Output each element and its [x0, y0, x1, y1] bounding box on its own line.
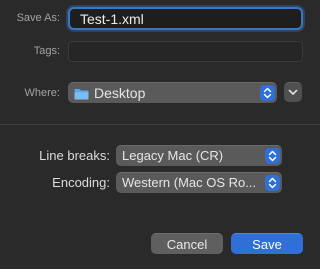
line-breaks-popup[interactable]: Legacy Mac (CR) — [116, 145, 282, 166]
divider — [0, 124, 320, 125]
encoding-popup[interactable]: Western (Mac OS Ro... — [116, 172, 282, 193]
where-popup[interactable]: Desktop — [68, 82, 277, 103]
expand-dialog-button[interactable] — [284, 82, 302, 102]
encoding-value: Western (Mac OS Ro... — [122, 175, 257, 190]
chevron-updown-icon — [260, 85, 275, 101]
chevron-down-icon — [284, 89, 302, 96]
save-button[interactable]: Save — [231, 233, 303, 254]
save-as-input[interactable]: Test-1.xml — [68, 7, 303, 30]
tags-input[interactable] — [68, 41, 303, 62]
line-breaks-label: Line breaks: — [39, 148, 110, 163]
line-breaks-value: Legacy Mac (CR) — [122, 148, 224, 163]
tags-label: Tags: — [33, 45, 60, 57]
folder-icon — [74, 87, 89, 103]
chevron-updown-icon — [265, 175, 280, 191]
where-value: Desktop — [94, 85, 146, 101]
encoding-label: Encoding: — [52, 175, 110, 190]
cancel-button[interactable]: Cancel — [151, 233, 223, 254]
save-dialog: Save As: Test-1.xml Tags: Where: Desktop… — [0, 0, 320, 269]
chevron-updown-icon — [265, 148, 280, 164]
save-as-label: Save As: — [16, 12, 60, 24]
where-label: Where: — [24, 87, 60, 99]
